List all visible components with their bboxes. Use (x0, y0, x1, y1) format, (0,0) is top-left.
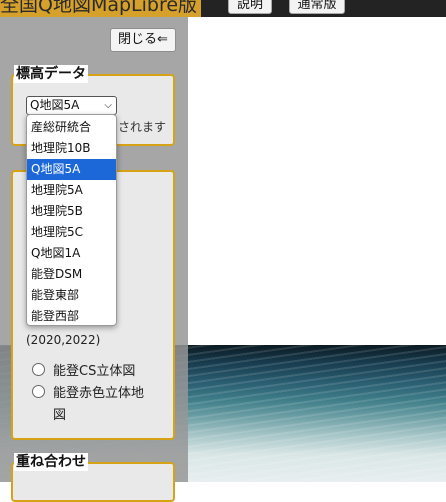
elevation-dropdown-list[interactable]: 産総研統合 地理院10B Q地図5A 地理院5A 地理院5B 地理院5C Q地図… (26, 114, 117, 326)
elevation-select-value: Q地図5A (30, 98, 80, 112)
dropdown-option[interactable]: 地理院5B (27, 201, 116, 222)
radio-button[interactable] (32, 363, 45, 376)
mode-button[interactable]: 通常版 (289, 0, 345, 14)
dropdown-option[interactable]: 地理院5C (27, 222, 116, 243)
elevation-note: されます (118, 120, 167, 134)
years-text: (2020,2022) (26, 333, 101, 347)
dropdown-option[interactable]: 地理院10B (27, 138, 116, 159)
elevation-select[interactable]: Q地図5A ⌵ (26, 96, 117, 115)
top-bar: 全国Q地図MapLibre版 説明 通常版 (0, 0, 446, 17)
radio-label: 能登CS立体図 (53, 364, 136, 379)
overlay-legend: 重ね合わせ (14, 453, 88, 471)
dropdown-option[interactable]: Q地図1A (27, 243, 116, 264)
dropdown-option[interactable]: 能登西部 (27, 306, 116, 327)
radio-button[interactable] (32, 385, 45, 398)
dropdown-option[interactable]: 能登東部 (27, 285, 116, 306)
radio-red-relief[interactable]: 能登赤色立体地図 (32, 383, 162, 427)
elevation-legend: 標高データ (14, 65, 88, 83)
help-button[interactable]: 説明 (228, 0, 272, 14)
radio-label: 能登赤色立体地図 (53, 386, 145, 423)
radio-cs-relief[interactable]: 能登CS立体図 (32, 360, 135, 379)
dropdown-option[interactable]: 産総研統合 (27, 117, 116, 138)
map-canvas[interactable] (188, 17, 446, 345)
dropdown-option[interactable]: 能登DSM (27, 264, 116, 285)
dropdown-option[interactable]: 地理院5A (27, 180, 116, 201)
dropdown-option-selected[interactable]: Q地図5A (27, 159, 116, 180)
app-title: 全国Q地図MapLibre版 (0, 0, 202, 17)
chevron-down-icon: ⌵ (104, 100, 112, 111)
close-panel-button[interactable]: 閉じる⇐ (110, 28, 176, 52)
